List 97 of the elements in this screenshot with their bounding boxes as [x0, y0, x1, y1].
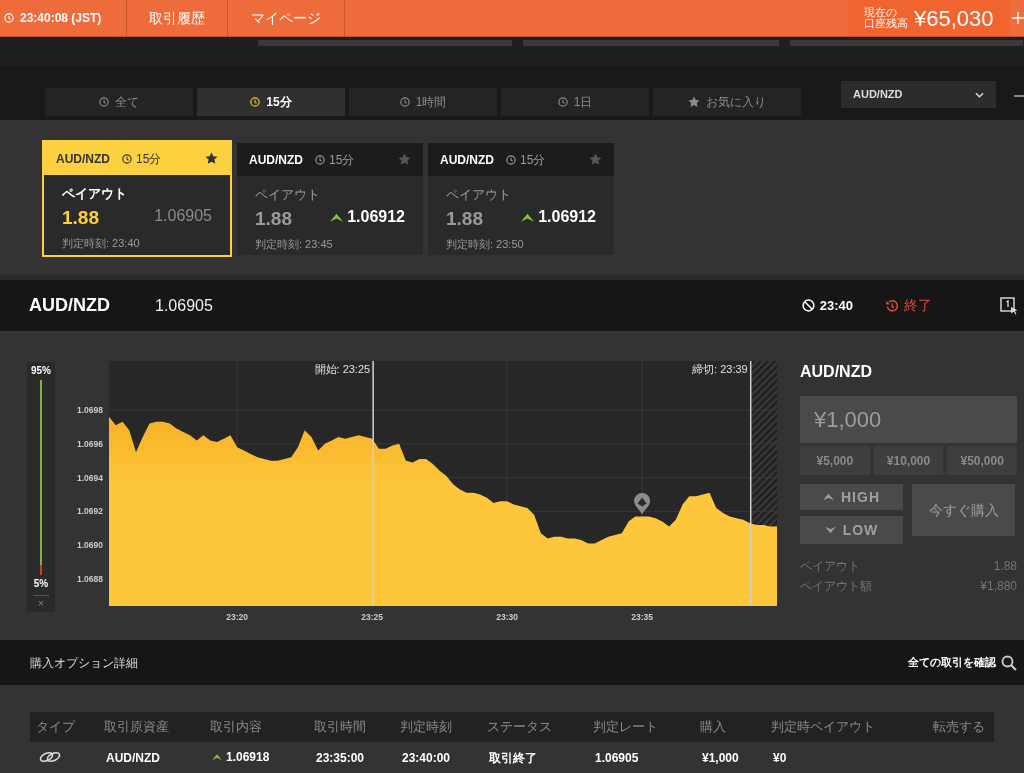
clock-icon — [315, 154, 325, 165]
search-icon — [1001, 654, 1017, 671]
column-header: 購入 — [699, 718, 727, 737]
balance-label: 口座残高 — [864, 18, 908, 29]
filter-tab[interactable]: 全て — [45, 88, 193, 116]
filter-tab[interactable]: お気に入り — [653, 88, 801, 116]
pin-icon — [634, 492, 651, 515]
axis-tick-label: 1.0698 — [77, 405, 103, 415]
ban-icon — [801, 299, 815, 312]
payout-label: ペイアウト — [62, 186, 128, 202]
card-rate: 1.06912 — [538, 207, 596, 227]
table-cell: 23:35:00 — [316, 751, 365, 765]
star-icon — [688, 96, 700, 108]
column-header: ステータス — [486, 718, 553, 737]
clock-icon — [4, 13, 14, 23]
star-icon[interactable] — [205, 152, 218, 165]
table-cell-text: 1.06918 — [226, 749, 270, 766]
column-header: 判定時ペイアウト — [770, 718, 876, 737]
pair-name: AUD/NZD — [29, 294, 111, 317]
chevron-down-icon — [975, 91, 984, 98]
expiry-label: 判定時刻: 23:45 — [255, 237, 334, 252]
sentiment-high-label: 95% — [31, 365, 51, 377]
card-duration: 15分 — [136, 150, 162, 168]
all-trades-link[interactable]: 全ての取引を確認 — [908, 654, 1017, 671]
axis-tick-label: 1.0690 — [77, 540, 103, 551]
clock-icon — [399, 97, 410, 107]
star-icon[interactable] — [589, 153, 602, 166]
summary-value: 1.88 — [993, 558, 1017, 575]
expiry-label: 判定時刻: 23:40 — [62, 236, 141, 251]
card-rate: 1.06912 — [347, 207, 405, 227]
card-duration: 15分 — [329, 151, 355, 169]
down-arrow-icon — [824, 526, 836, 534]
axis-tick-label: 1.0688 — [77, 573, 103, 584]
axis-tick-label: 1.0694 — [77, 472, 103, 483]
clock-icon — [557, 97, 568, 107]
balance-label: 現在の — [864, 7, 898, 18]
section-title: 購入オプション詳細 — [30, 654, 138, 672]
clock-icon — [122, 153, 132, 164]
nav-link[interactable]: マイページ — [228, 0, 345, 36]
header-clock: 23:40:08 (JST) — [20, 10, 102, 27]
expiry-time: 23:40 — [819, 296, 853, 315]
payout-label: ペイアウト — [446, 187, 512, 203]
option-card[interactable]: AUD/NZD 15分 ペイアウト 1.88 1.06905 判定時刻: 23:40 — [42, 140, 232, 257]
current-rate: 1.06905 — [155, 295, 213, 316]
window-cursor-icon[interactable] — [1000, 296, 1018, 315]
balance-amount: ¥65,030 — [914, 4, 994, 33]
table-cell: 取引終了 — [489, 751, 537, 765]
time-marker-label: 開始: 23:25 — [314, 363, 371, 375]
interlocked-loops-icon — [38, 750, 62, 764]
clock-icon — [99, 97, 109, 107]
payout-value: 1.88 — [255, 208, 292, 230]
sentiment-low-label: 5% — [33, 577, 49, 590]
card-pair: AUD/NZD — [56, 150, 110, 168]
column-header: 取引時間 — [313, 718, 367, 737]
table-cell: 23:40:00 — [402, 751, 451, 765]
history-icon — [885, 298, 899, 313]
plus-icon[interactable] — [1012, 12, 1024, 24]
card-pair: AUD/NZD — [249, 151, 303, 169]
up-arrow-icon — [823, 493, 834, 501]
payout-label: ペイアウト — [255, 187, 321, 203]
axis-tick-label: 1.0692 — [77, 506, 103, 517]
pair-dropdown[interactable]: AUD/NZD — [841, 81, 996, 108]
option-card[interactable]: AUD/NZD 15分 ペイアウト 1.88 1.06912 判定時刻: 23:45 — [237, 143, 423, 255]
star-icon[interactable] — [398, 153, 411, 166]
status-label: 終了 — [904, 296, 932, 315]
axis-tick-label: 1.0696 — [77, 438, 103, 449]
axis-tick-label: 23:35 — [631, 612, 653, 622]
column-header: 判定時刻 — [399, 718, 453, 737]
nav-link[interactable]: 取引履歴 — [127, 0, 228, 36]
table-cell: ¥1,000 — [702, 751, 739, 765]
axis-tick-label: 23:20 — [226, 612, 249, 622]
table-cell: AUD/NZD — [106, 751, 160, 765]
payout-value: 1.88 — [62, 207, 99, 229]
column-header: 判定レート — [592, 718, 659, 737]
table-cell: 1.06905 — [595, 751, 639, 765]
table-cell: ¥0 — [773, 751, 787, 765]
column-header: 取引原資産 — [103, 718, 170, 737]
card-pair: AUD/NZD — [440, 151, 494, 169]
card-rate: 1.06905 — [154, 206, 212, 226]
close-button[interactable]: × — [38, 598, 44, 610]
filter-tab[interactable]: 1日 — [501, 88, 649, 116]
order-pair: AUD/NZD — [800, 362, 873, 382]
clock-icon — [506, 154, 516, 165]
option-card[interactable]: AUD/NZD 15分 ペイアウト 1.88 1.06912 判定時刻: 23:50 — [428, 143, 614, 255]
axis-tick-label: 23:25 — [361, 612, 384, 622]
axis-tick-label: 23:30 — [496, 612, 518, 622]
summary-value: ¥1,880 — [980, 578, 1017, 595]
column-header: 転売する — [932, 718, 986, 737]
time-marker-label: 締切: 23:39 — [692, 363, 748, 375]
column-header: タイプ — [35, 718, 77, 737]
payout-value: 1.88 — [446, 208, 483, 230]
expiry-label: 判定時刻: 23:50 — [446, 237, 525, 252]
clock-icon — [250, 97, 261, 107]
card-duration: 15分 — [520, 151, 546, 169]
column-header: 取引内容 — [209, 718, 263, 737]
filter-tab[interactable]: 15分 — [197, 88, 345, 116]
filter-tab[interactable]: 1時間 — [349, 88, 497, 116]
